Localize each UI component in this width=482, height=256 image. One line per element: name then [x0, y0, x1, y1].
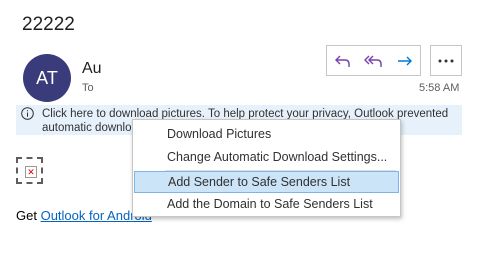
infobar-text-line2: automatic downlo	[42, 122, 132, 134]
footer-prefix: Get	[16, 208, 41, 223]
menu-item-label: Add Sender to Safe Senders List	[168, 175, 351, 189]
blocked-image-placeholder[interactable]: ✕	[16, 157, 43, 184]
received-time: 5:58 AM	[419, 82, 460, 94]
avatar-initials: AT	[36, 67, 58, 88]
menu-item-add-domain-safe[interactable]: Add the Domain to Safe Senders List	[134, 193, 399, 215]
context-menu: Download Pictures Change Automatic Downl…	[132, 119, 401, 217]
reply-all-button[interactable]	[358, 46, 389, 75]
reply-button[interactable]	[327, 46, 358, 75]
menu-item-add-sender-safe[interactable]: Add Sender to Safe Senders List	[134, 171, 399, 193]
email-subject: 22222	[22, 14, 75, 35]
info-icon	[21, 107, 34, 120]
more-icon	[438, 59, 454, 62]
forward-button[interactable]	[389, 46, 420, 75]
sender-name[interactable]: Aug	[82, 60, 102, 78]
avatar[interactable]: AT	[23, 54, 71, 102]
message-actions	[326, 45, 421, 76]
broken-image-icon: ✕	[25, 166, 37, 178]
reply-icon	[334, 55, 350, 67]
forward-icon	[397, 56, 412, 65]
menu-item-label: Add the Domain to Safe Senders List	[167, 197, 373, 211]
reply-all-icon	[363, 55, 382, 67]
to-label: To	[82, 82, 94, 94]
more-button[interactable]	[430, 45, 462, 76]
menu-item-label: Download Pictures	[167, 127, 272, 141]
menu-item-download-pictures[interactable]: Download Pictures	[134, 123, 399, 145]
menu-item-label: Change Automatic Download Settings...	[167, 150, 388, 164]
menu-item-change-download-settings[interactable]: Change Automatic Download Settings...	[134, 146, 399, 168]
